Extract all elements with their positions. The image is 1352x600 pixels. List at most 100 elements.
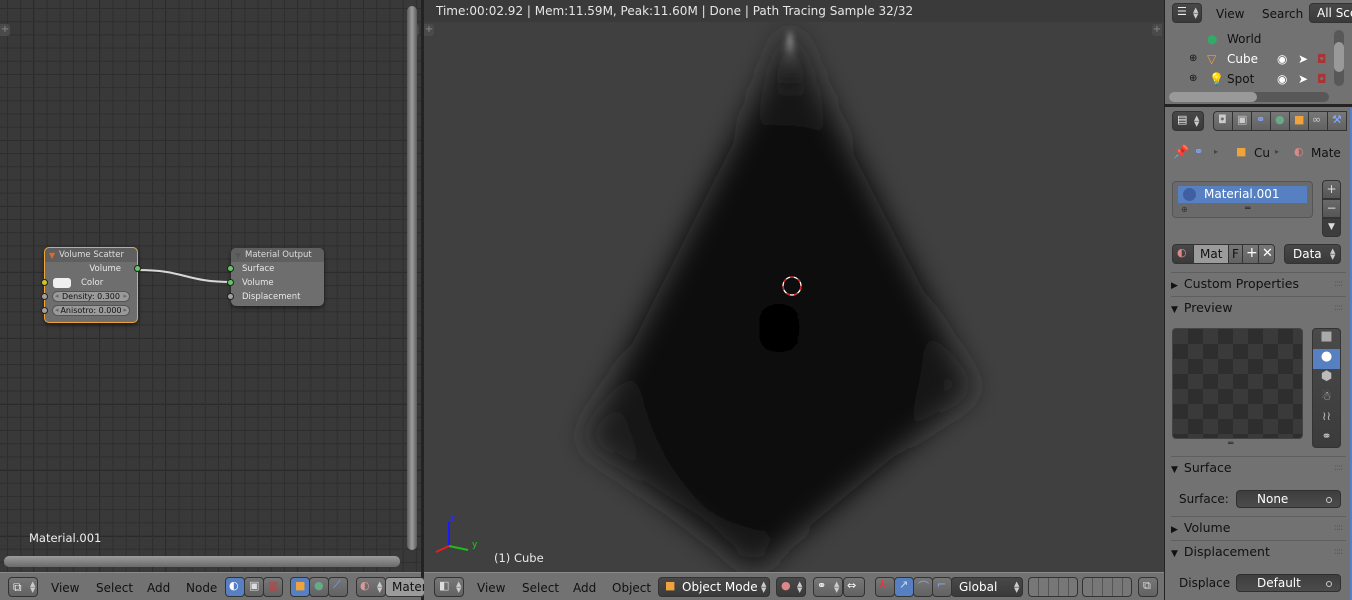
slot-specials-button[interactable]: ▼: [1322, 218, 1341, 237]
linestyle-button[interactable]: ⟋: [328, 577, 348, 597]
remove-slot-button[interactable]: −: [1322, 199, 1341, 218]
volume-socket[interactable]: [227, 279, 234, 286]
preview-type-selector[interactable]: ■ ● ⬢ ☃ ≀≀ ⚭: [1312, 328, 1341, 448]
node-editor[interactable]: + + ▼Volume Scatter Volume Color Density…: [0, 0, 421, 572]
editor-type-button[interactable]: ◧ ▲ ▼: [434, 577, 464, 597]
tab-world[interactable]: ●: [1270, 111, 1290, 131]
tab-render-layers[interactable]: ▣: [1232, 111, 1252, 131]
expand-icon[interactable]: ⊕: [1189, 49, 1197, 69]
material-name-field[interactable]: Mat: [1193, 244, 1229, 264]
horizontal-scrollbar[interactable]: [1169, 92, 1329, 102]
preview-hair-button[interactable]: ≀≀: [1313, 409, 1340, 429]
layers-group-2[interactable]: [1082, 577, 1132, 597]
breadcrumb-material[interactable]: Mate: [1311, 146, 1341, 160]
compositing-nodes-button[interactable]: ▣: [244, 577, 264, 597]
anisotropy-socket[interactable]: [41, 307, 48, 314]
toolshelf-toggle[interactable]: +: [424, 24, 434, 36]
mode-selector[interactable]: ■ Object Mode ▲ ▼: [658, 577, 770, 597]
volume-scatter-node[interactable]: ▼ Volume Scatter Volume Color Density: 0.…: [41, 247, 141, 323]
scene-filter[interactable]: All Sce: [1309, 3, 1352, 23]
drag-handle-icon[interactable]: ::::: [1334, 541, 1343, 563]
tab-scene[interactable]: ⚭: [1251, 111, 1271, 131]
outliner-item-world[interactable]: ● World: [1165, 29, 1340, 49]
fake-user-button[interactable]: F: [1228, 244, 1243, 264]
material-browse-button[interactable]: ◐ ▲ ▼: [356, 577, 386, 597]
properties-editor[interactable]: ▤ ▲ ▼ ◘ ▣ ⚭ ● ■ ∞ ⚒ 📌 ⚭ ▸ ■ Cu ▸ ◐ Mate Ma…: [1165, 107, 1352, 600]
properties-toggle[interactable]: +: [1152, 24, 1162, 36]
vertical-scrollbar[interactable]: [1334, 30, 1344, 86]
browse-material-button[interactable]: ◐: [1172, 244, 1194, 264]
unlink-material-button[interactable]: ✕: [1258, 244, 1275, 264]
collapse-icon[interactable]: ▼: [235, 249, 241, 263]
pivot-selector[interactable]: ⚭ ▲ ▼: [813, 577, 843, 597]
volume-output-socket[interactable]: [134, 265, 141, 272]
rotate-button[interactable]: ⌒: [913, 577, 933, 597]
drag-handle-icon[interactable]: ::::: [1334, 457, 1343, 479]
editor-type-button[interactable]: ▤ ▲ ▼: [1172, 111, 1204, 131]
material-slot-list[interactable]: Material.001 ⊕ ═: [1172, 181, 1313, 218]
tab-render[interactable]: ◘: [1213, 111, 1233, 131]
menu-select[interactable]: Select: [96, 581, 133, 595]
layer-lock-button[interactable]: ⧉: [1138, 577, 1158, 597]
preview-world-button[interactable]: ⚭: [1313, 429, 1340, 449]
3d-viewport[interactable]: Time:00:02.92 | Mem:11.59M, Peak:11.60M …: [424, 0, 1164, 572]
outliner-item-spot[interactable]: ⊕ 💡 Spot ◉ ➤ ◘: [1165, 69, 1340, 89]
add-slot-button[interactable]: +: [1322, 180, 1341, 199]
color-swatch[interactable]: [53, 278, 71, 288]
menu-object[interactable]: Object: [612, 581, 651, 595]
manipulator-toggle[interactable]: ⅄: [875, 577, 895, 597]
menu-add[interactable]: Add: [147, 581, 170, 595]
layers-group-1[interactable]: [1028, 577, 1078, 597]
link-selector[interactable]: Data ▲ ▼: [1284, 244, 1341, 264]
panel-displacement[interactable]: ▼ Displacement::::: [1171, 540, 1346, 562]
displacement-selector[interactable]: Default: [1236, 574, 1341, 592]
menu-view[interactable]: View: [51, 581, 79, 595]
drag-handle-icon[interactable]: ::::: [1334, 517, 1343, 539]
drag-handle-icon[interactable]: ::::: [1334, 273, 1343, 295]
pin-icon[interactable]: 📌: [1173, 145, 1189, 160]
preview-flat-button[interactable]: ■: [1313, 329, 1340, 349]
panel-custom-properties[interactable]: ▶ Custom Properties::::: [1171, 272, 1346, 294]
panel-surface[interactable]: ▼ Surface::::: [1171, 456, 1346, 478]
resize-handle[interactable]: ═: [1245, 204, 1250, 214]
displacement-socket[interactable]: [227, 293, 234, 300]
new-material-button[interactable]: +: [1242, 244, 1259, 264]
menu-select[interactable]: Select: [522, 581, 559, 595]
shading-selector[interactable]: ● ▲ ▼: [776, 577, 806, 597]
select-cursor-icon[interactable]: ➤: [1298, 69, 1308, 89]
translate-button[interactable]: ↗: [894, 577, 914, 597]
menu-node[interactable]: Node: [186, 581, 217, 595]
tab-object[interactable]: ■: [1289, 111, 1309, 131]
preview-resize-handle[interactable]: ═: [1228, 439, 1233, 449]
shader-nodes-button[interactable]: ◐: [225, 577, 245, 597]
tab-constraints[interactable]: ∞: [1308, 111, 1328, 131]
menu-search[interactable]: Search: [1262, 7, 1303, 21]
world-shader-button[interactable]: ●: [309, 577, 329, 597]
density-field[interactable]: Density: 0.300: [52, 291, 130, 302]
panel-preview[interactable]: ▼ Preview::::: [1171, 296, 1346, 318]
select-cursor-icon[interactable]: ➤: [1298, 49, 1308, 69]
breadcrumb-object[interactable]: Cu: [1254, 146, 1270, 160]
preview-sphere-button[interactable]: ●: [1313, 349, 1340, 369]
outliner-item-cube[interactable]: ⊕ ▽ Cube ◉ ➤ ◘: [1165, 49, 1340, 69]
menu-view[interactable]: View: [1216, 7, 1244, 21]
render-camera-icon[interactable]: ◘: [1317, 69, 1327, 89]
visibility-eye-icon[interactable]: ◉: [1277, 69, 1287, 89]
scale-button[interactable]: ⌐: [932, 577, 952, 597]
add-filter-icon[interactable]: ⊕: [1181, 205, 1188, 214]
surface-selector[interactable]: None: [1236, 490, 1341, 508]
drag-handle-icon[interactable]: ::::: [1334, 297, 1343, 319]
surface-socket[interactable]: [227, 265, 234, 272]
editor-type-button[interactable]: ⧉ ▲ ▼: [8, 577, 38, 597]
object-shader-button[interactable]: ■: [290, 577, 310, 597]
manipulate-center-button[interactable]: ⇔: [843, 577, 865, 597]
preview-cube-button[interactable]: ⬢: [1313, 369, 1340, 389]
material-name-field[interactable]: Mater: [385, 577, 427, 597]
collapse-icon[interactable]: ▼: [49, 249, 55, 263]
expand-icon[interactable]: ⊕: [1189, 69, 1197, 89]
editor-type-button[interactable]: ☰ ▲ ▼: [1172, 3, 1202, 23]
menu-add[interactable]: Add: [573, 581, 596, 595]
material-slot-item[interactable]: Material.001: [1178, 186, 1307, 203]
material-output-node[interactable]: ▼ Material Output Surface Volume Displace…: [227, 248, 324, 306]
preview-monkey-button[interactable]: ☃: [1313, 389, 1340, 409]
